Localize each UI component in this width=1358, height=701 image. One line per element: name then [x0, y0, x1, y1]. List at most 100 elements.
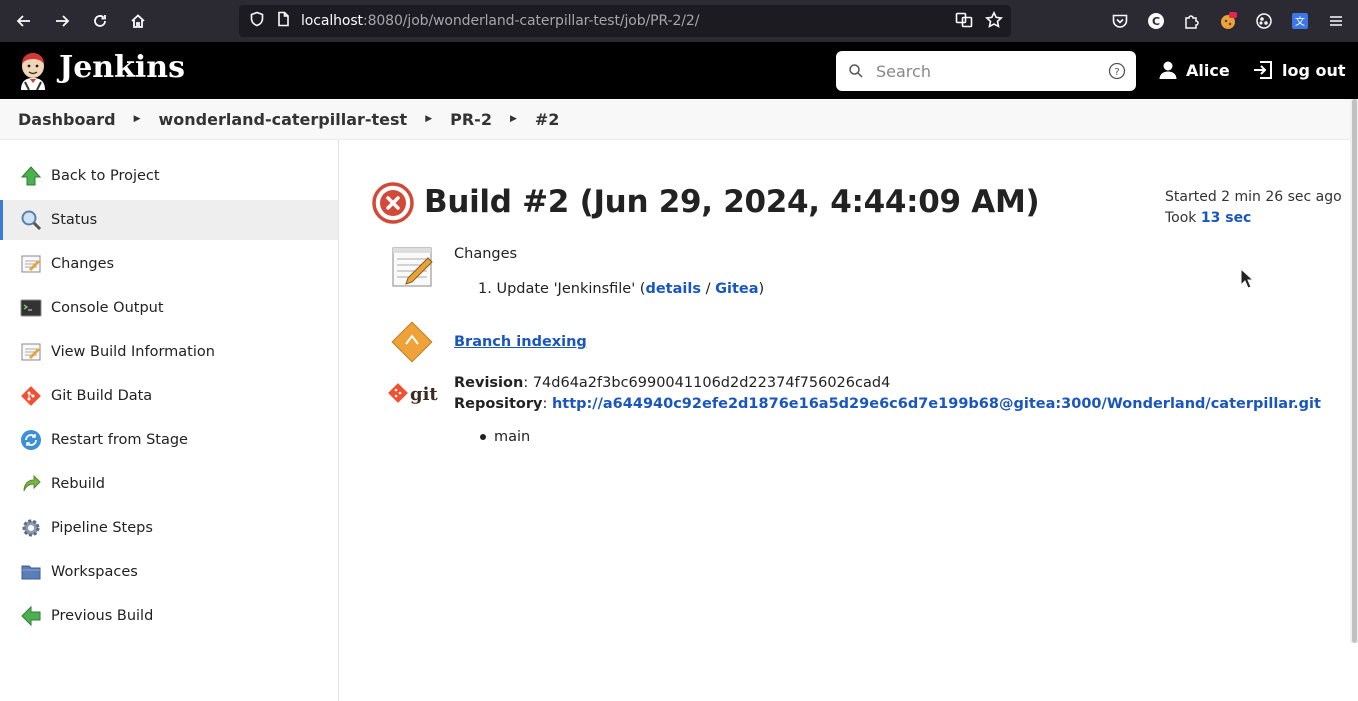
revision-value: 74d64a2f3bc6990041106d2d22374f756026cad4 — [532, 375, 891, 391]
search-input[interactable] — [876, 59, 1096, 83]
sidebar-item-label: Workspaces — [51, 564, 138, 580]
sidebar-item-pipeline-steps[interactable]: Pipeline Steps — [0, 508, 338, 548]
git-repository: Repository: http://a644940c92efe2d1876e1… — [454, 396, 1321, 412]
sidebar-item-label: Rebuild — [51, 476, 105, 492]
page-title: Build #2 (Jun 29, 2024, 4:44:09 AM) — [424, 184, 1040, 220]
change-details-link[interactable]: details — [645, 281, 701, 297]
sidebar-item-label: Console Output — [51, 300, 164, 316]
breadcrumb: Dashboard ▶ wonderland-caterpillar-test … — [0, 99, 1358, 140]
back-button[interactable] — [6, 3, 42, 39]
cookie-icon[interactable] — [1248, 3, 1280, 39]
cookie-extension-icon[interactable] — [1212, 3, 1244, 39]
bookmark-star-icon[interactable] — [984, 10, 1004, 33]
jenkins-logo-icon[interactable] — [17, 52, 49, 90]
change-text: Update 'Jenkinsfile' ( — [496, 281, 646, 297]
sidebar-item-label: Restart from Stage — [51, 432, 188, 448]
branch-list-item: main — [480, 429, 530, 445]
build-duration: Took 13 sec — [1165, 208, 1342, 229]
sidebar-item-workspaces[interactable]: Workspaces — [0, 552, 338, 592]
terminal-icon — [19, 296, 43, 320]
user-icon — [1159, 61, 1177, 79]
svg-text:git: git — [410, 384, 438, 405]
sidebar-item-label: Pipeline Steps — [51, 520, 153, 536]
sidebar-item-restart-from-stage[interactable]: Restart from Stage — [0, 420, 338, 460]
branch-name: main — [494, 429, 531, 445]
pocket-icon[interactable] — [1104, 3, 1136, 39]
changes-heading: Changes — [454, 246, 518, 262]
change-number: 1. — [478, 281, 492, 297]
svg-text:文: 文 — [1295, 15, 1305, 28]
sidebar-item-git-build-data[interactable]: Git Build Data — [0, 376, 338, 416]
folder-icon — [19, 560, 43, 584]
extension-c-icon[interactable]: C — [1140, 3, 1172, 39]
url-text: localhost:8080/job/wonderland-caterpilla… — [301, 13, 699, 29]
chevron-right-icon[interactable]: ▶ — [425, 114, 432, 124]
magnifier-icon — [19, 208, 43, 232]
breadcrumb-pr[interactable]: PR-2 — [450, 110, 492, 129]
jenkins-title[interactable]: Jenkins — [59, 50, 185, 85]
url-host: localhost — [301, 13, 363, 29]
branch-indexing-link[interactable]: Branch indexing — [454, 334, 587, 350]
change-gitea-link[interactable]: Gitea — [715, 281, 758, 297]
sidebar-item-label: View Build Information — [51, 344, 215, 360]
sidebar-item-status[interactable]: Status — [0, 200, 338, 240]
sidebar: Back to Project Status Changes Console O… — [0, 140, 339, 701]
jenkins-header: Jenkins ? Alice log out — [0, 42, 1358, 99]
sidebar-item-label: Git Build Data — [51, 388, 153, 404]
home-button[interactable] — [120, 3, 156, 39]
change-separator: / — [700, 281, 716, 297]
breadcrumb-build[interactable]: #2 — [535, 110, 560, 129]
breadcrumb-dashboard[interactable]: Dashboard — [18, 110, 116, 129]
logout-link[interactable]: log out — [1252, 60, 1346, 80]
forward-button[interactable] — [44, 3, 80, 39]
reload-button[interactable] — [82, 3, 118, 39]
sidebar-item-view-build-information[interactable]: View Build Information — [0, 332, 338, 372]
sidebar-item-label: Previous Build — [51, 608, 154, 624]
user-link[interactable]: Alice — [1158, 60, 1230, 80]
translate-icon[interactable] — [955, 11, 973, 33]
sidebar-item-changes[interactable]: Changes — [0, 244, 338, 284]
sidebar-item-back-to-project[interactable]: Back to Project — [0, 156, 338, 196]
build-failed-icon — [372, 182, 414, 224]
git-revision: Revision: 74d64a2f3bc6990041106d2d22374f… — [454, 375, 891, 391]
chevron-right-icon[interactable]: ▶ — [510, 114, 517, 124]
search-box[interactable]: ? — [836, 51, 1136, 91]
revision-label: Revision — [454, 375, 524, 391]
sidebar-item-console-output[interactable]: Console Output — [0, 288, 338, 328]
logout-label: log out — [1282, 60, 1346, 80]
help-icon[interactable]: ? — [1108, 62, 1126, 80]
url-bar[interactable]: localhost:8080/job/wonderland-caterpilla… — [239, 5, 1011, 37]
sidebar-item-rebuild[interactable]: Rebuild — [0, 464, 338, 504]
restart-icon — [19, 428, 43, 452]
svg-text:?: ? — [1114, 67, 1119, 78]
sidebar-item-label: Status — [51, 212, 98, 228]
puzzle-icon[interactable] — [1176, 3, 1208, 39]
sidebar-item-label: Changes — [51, 256, 115, 272]
notepad-icon — [19, 252, 43, 276]
main-content: Build #2 (Jun 29, 2024, 4:44:09 AM) Star… — [340, 140, 1350, 701]
translate-extension-icon[interactable]: 文 — [1284, 3, 1316, 39]
breadcrumb-project[interactable]: wonderland-caterpillar-test — [159, 110, 408, 129]
arrow-right-icon — [56, 15, 70, 27]
sidebar-item-previous-build[interactable]: Previous Build — [0, 596, 338, 636]
menu-icon[interactable] — [1320, 3, 1352, 39]
page-scrollbar[interactable] — [1350, 99, 1358, 643]
search-icon — [849, 64, 863, 78]
change-list-item: 1. Update 'Jenkinsfile' (details / Gitea… — [478, 281, 764, 297]
repository-link[interactable]: http://a644940c92efe2d1876e16a5d29e6c6d7… — [552, 396, 1321, 412]
scrollbar-thumb[interactable] — [1352, 99, 1357, 643]
left-arrow-icon — [19, 604, 43, 628]
notepad-icon — [19, 340, 43, 364]
rebuild-icon — [19, 472, 43, 496]
build-meta: Started 2 min 26 sec ago Took 13 sec — [1165, 187, 1342, 229]
git-logo-icon: git — [388, 383, 438, 405]
build-duration-link[interactable]: 13 sec — [1201, 210, 1251, 226]
mouse-cursor-icon — [1240, 268, 1254, 289]
git-info: Revision: 74d64a2f3bc6990041106d2d22374f… — [454, 373, 1321, 415]
repository-label: Repository — [454, 396, 543, 412]
chevron-right-icon[interactable]: ▶ — [134, 114, 141, 124]
branch-indexing-icon — [391, 321, 433, 363]
page-icon — [275, 11, 291, 31]
notepad-icon — [392, 247, 433, 287]
svg-text:C: C — [1152, 15, 1160, 28]
